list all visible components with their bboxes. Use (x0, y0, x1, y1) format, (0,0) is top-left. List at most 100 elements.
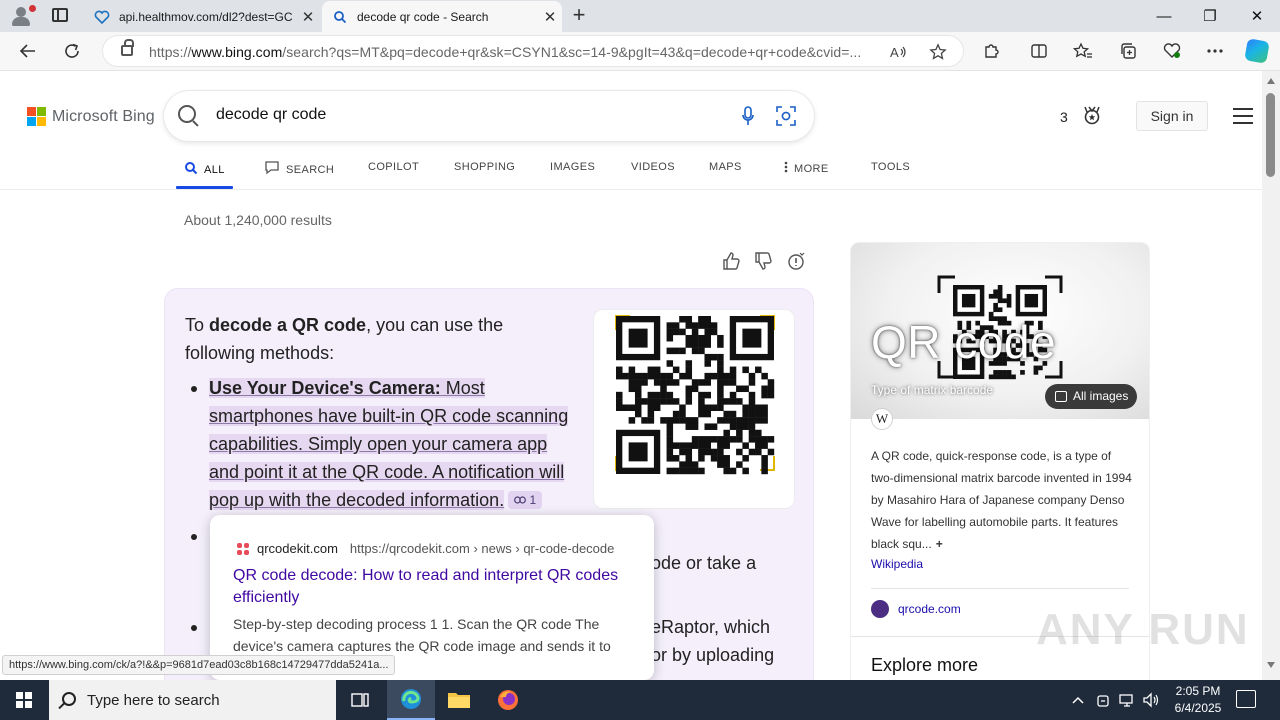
sign-in-button[interactable]: Sign in (1136, 101, 1208, 131)
popup-title-link[interactable]: QR code decode: How to read and interpre… (233, 565, 623, 609)
visual-search-icon[interactable] (776, 106, 796, 126)
taskbar-search[interactable]: Type here to search (49, 680, 336, 720)
split-screen-icon[interactable] (1026, 38, 1052, 64)
expand-plus-icon[interactable]: + (936, 537, 943, 551)
extensions-icon[interactable] (978, 38, 1004, 64)
tab-actions-icon[interactable] (52, 8, 68, 22)
firefox-icon[interactable] (484, 680, 532, 720)
official-site-link[interactable]: qrcode.com (871, 600, 961, 618)
page-scrollbar[interactable] (1262, 71, 1280, 680)
tab-videos[interactable]: VIDEOS (631, 161, 675, 173)
restore-button[interactable]: ❐ (1187, 0, 1233, 32)
rewards-medal-icon[interactable] (1082, 106, 1102, 126)
wikipedia-icon[interactable]: W (871, 408, 893, 430)
volume-icon[interactable] (1141, 690, 1161, 710)
answer-bullet-camera[interactable]: Use Your Device's Camera: Most smartphon… (209, 374, 581, 514)
chevron-up-icon[interactable] (1070, 690, 1086, 710)
taskbar-clock[interactable]: 2:05 PM 6/4/2025 (1162, 683, 1234, 717)
answer-bullet-fragment: or by uploading (651, 645, 775, 665)
network-icon[interactable] (1117, 690, 1137, 710)
copilot-icon[interactable] (1244, 38, 1270, 64)
scroll-down-icon[interactable] (1267, 662, 1275, 668)
thumbs-up-icon[interactable] (720, 251, 742, 273)
favorites-icon[interactable] (1070, 38, 1096, 64)
lock-icon[interactable] (121, 39, 134, 56)
bullet-dot (191, 534, 197, 540)
back-button[interactable] (13, 36, 43, 66)
search-icon (184, 161, 198, 178)
windows-logo-icon (16, 692, 32, 708)
notifications-icon[interactable] (1236, 690, 1256, 708)
tab-close-icon[interactable]: ✕ (296, 8, 320, 26)
share-feedback-icon[interactable] (785, 251, 807, 273)
tab-bing-search[interactable]: decode qr code - Search ✕ (322, 1, 562, 32)
tab-shopping[interactable]: SHOPPING (454, 161, 515, 173)
status-bar-link-preview: https://www.bing.com/ck/a?!&&p=9681d7ead… (2, 655, 396, 675)
task-view-button[interactable] (336, 680, 384, 720)
popup-breadcrumb: https://qrcodekit.com › news › qr-code-d… (349, 541, 615, 556)
bing-logo[interactable]: Microsoft Bing (27, 107, 155, 126)
favorite-star-icon[interactable] (927, 41, 949, 63)
security-tray-icon[interactable] (1094, 690, 1112, 710)
svg-text:A: A (890, 45, 899, 60)
bullet-dot (191, 625, 197, 631)
wikipedia-link[interactable]: Wikipedia (871, 557, 923, 571)
chat-icon (264, 161, 280, 178)
search-icon[interactable] (178, 105, 196, 123)
search-icon (62, 692, 76, 706)
search-box[interactable]: decode qr code (164, 91, 814, 141)
scrollbar-thumb[interactable] (1266, 93, 1275, 177)
all-images-button[interactable]: All images (1045, 384, 1138, 409)
active-tab-indicator (176, 186, 233, 189)
tab-copilot[interactable]: COPILOT (368, 161, 419, 173)
tab-all[interactable]: ALL (184, 161, 225, 178)
search-input[interactable]: decode qr code (216, 106, 326, 124)
browser-toolbar: https://www.bing.com/search?qs=MT&pq=dec… (0, 32, 1280, 71)
address-bar[interactable]: https://www.bing.com/search?qs=MT&pq=dec… (102, 35, 964, 67)
explore-more-heading: Explore more (871, 655, 979, 675)
read-aloud-icon[interactable]: A (887, 41, 909, 63)
copilot-answer-card: To decode a QR code, you can use the fol… (164, 288, 814, 680)
minimize-button[interactable]: — (1141, 0, 1187, 32)
edge-taskbar-icon[interactable] (387, 680, 435, 720)
heart-favicon-icon (94, 9, 110, 25)
divider (871, 588, 1129, 589)
tab-tools[interactable]: TOOLS (871, 161, 910, 173)
answer-bullet-fragment: eRaptor, which (651, 617, 771, 637)
scroll-up-icon[interactable] (1267, 78, 1275, 84)
profile-avatar-icon[interactable] (8, 4, 36, 28)
close-window-button[interactable]: ✕ (1234, 0, 1280, 32)
browser-essentials-icon[interactable] (1159, 38, 1185, 64)
tab-images[interactable]: IMAGES (550, 161, 595, 173)
tab-close-icon[interactable]: ✕ (538, 8, 562, 26)
answer-intro: To decode a QR code, you can use the fol… (185, 315, 504, 363)
new-tab-button[interactable]: + (566, 4, 592, 28)
microsoft-logo-icon (27, 107, 46, 126)
url-text[interactable]: https://www.bing.com/search?qs=MT&pq=dec… (149, 44, 879, 60)
clock-date: 6/4/2025 (1174, 701, 1222, 715)
kp-hero-image[interactable]: QR code Type of matrix barcode All image… (851, 243, 1149, 419)
collections-icon[interactable] (1115, 38, 1141, 64)
more-vertical-icon (784, 161, 788, 176)
answer-bullet-fragment: ode or take a (651, 553, 757, 573)
kp-description: A QR code, quick-response code, is a typ… (871, 449, 1132, 551)
tab-search[interactable]: SEARCH (264, 161, 334, 178)
kp-subtitle: Type of matrix barcode (871, 383, 994, 397)
menu-hamburger-icon[interactable] (1233, 108, 1253, 124)
settings-more-icon[interactable] (1202, 38, 1228, 64)
search-favicon-icon (332, 9, 348, 25)
thumbs-down-icon[interactable] (752, 251, 774, 273)
popup-source: qrcodekit.com https://qrcodekit.com › ne… (237, 541, 614, 556)
microphone-icon[interactable] (742, 106, 754, 126)
kp-title: QR code (871, 316, 1057, 368)
taskbar-search-placeholder: Type here to search (87, 692, 220, 709)
tab-maps[interactable]: MAPS (709, 161, 742, 173)
tab-healthmov[interactable]: api.healthmov.com/dl2?dest=GC ✕ (84, 1, 320, 32)
start-button[interactable] (0, 680, 48, 720)
citation-link[interactable]: 1 (508, 491, 543, 509)
rewards-count[interactable]: 3 (1060, 109, 1068, 125)
qr-code-image[interactable] (593, 309, 795, 509)
tab-more[interactable]: MORE (784, 161, 829, 176)
refresh-button[interactable] (57, 36, 87, 66)
file-explorer-icon[interactable] (435, 680, 483, 720)
